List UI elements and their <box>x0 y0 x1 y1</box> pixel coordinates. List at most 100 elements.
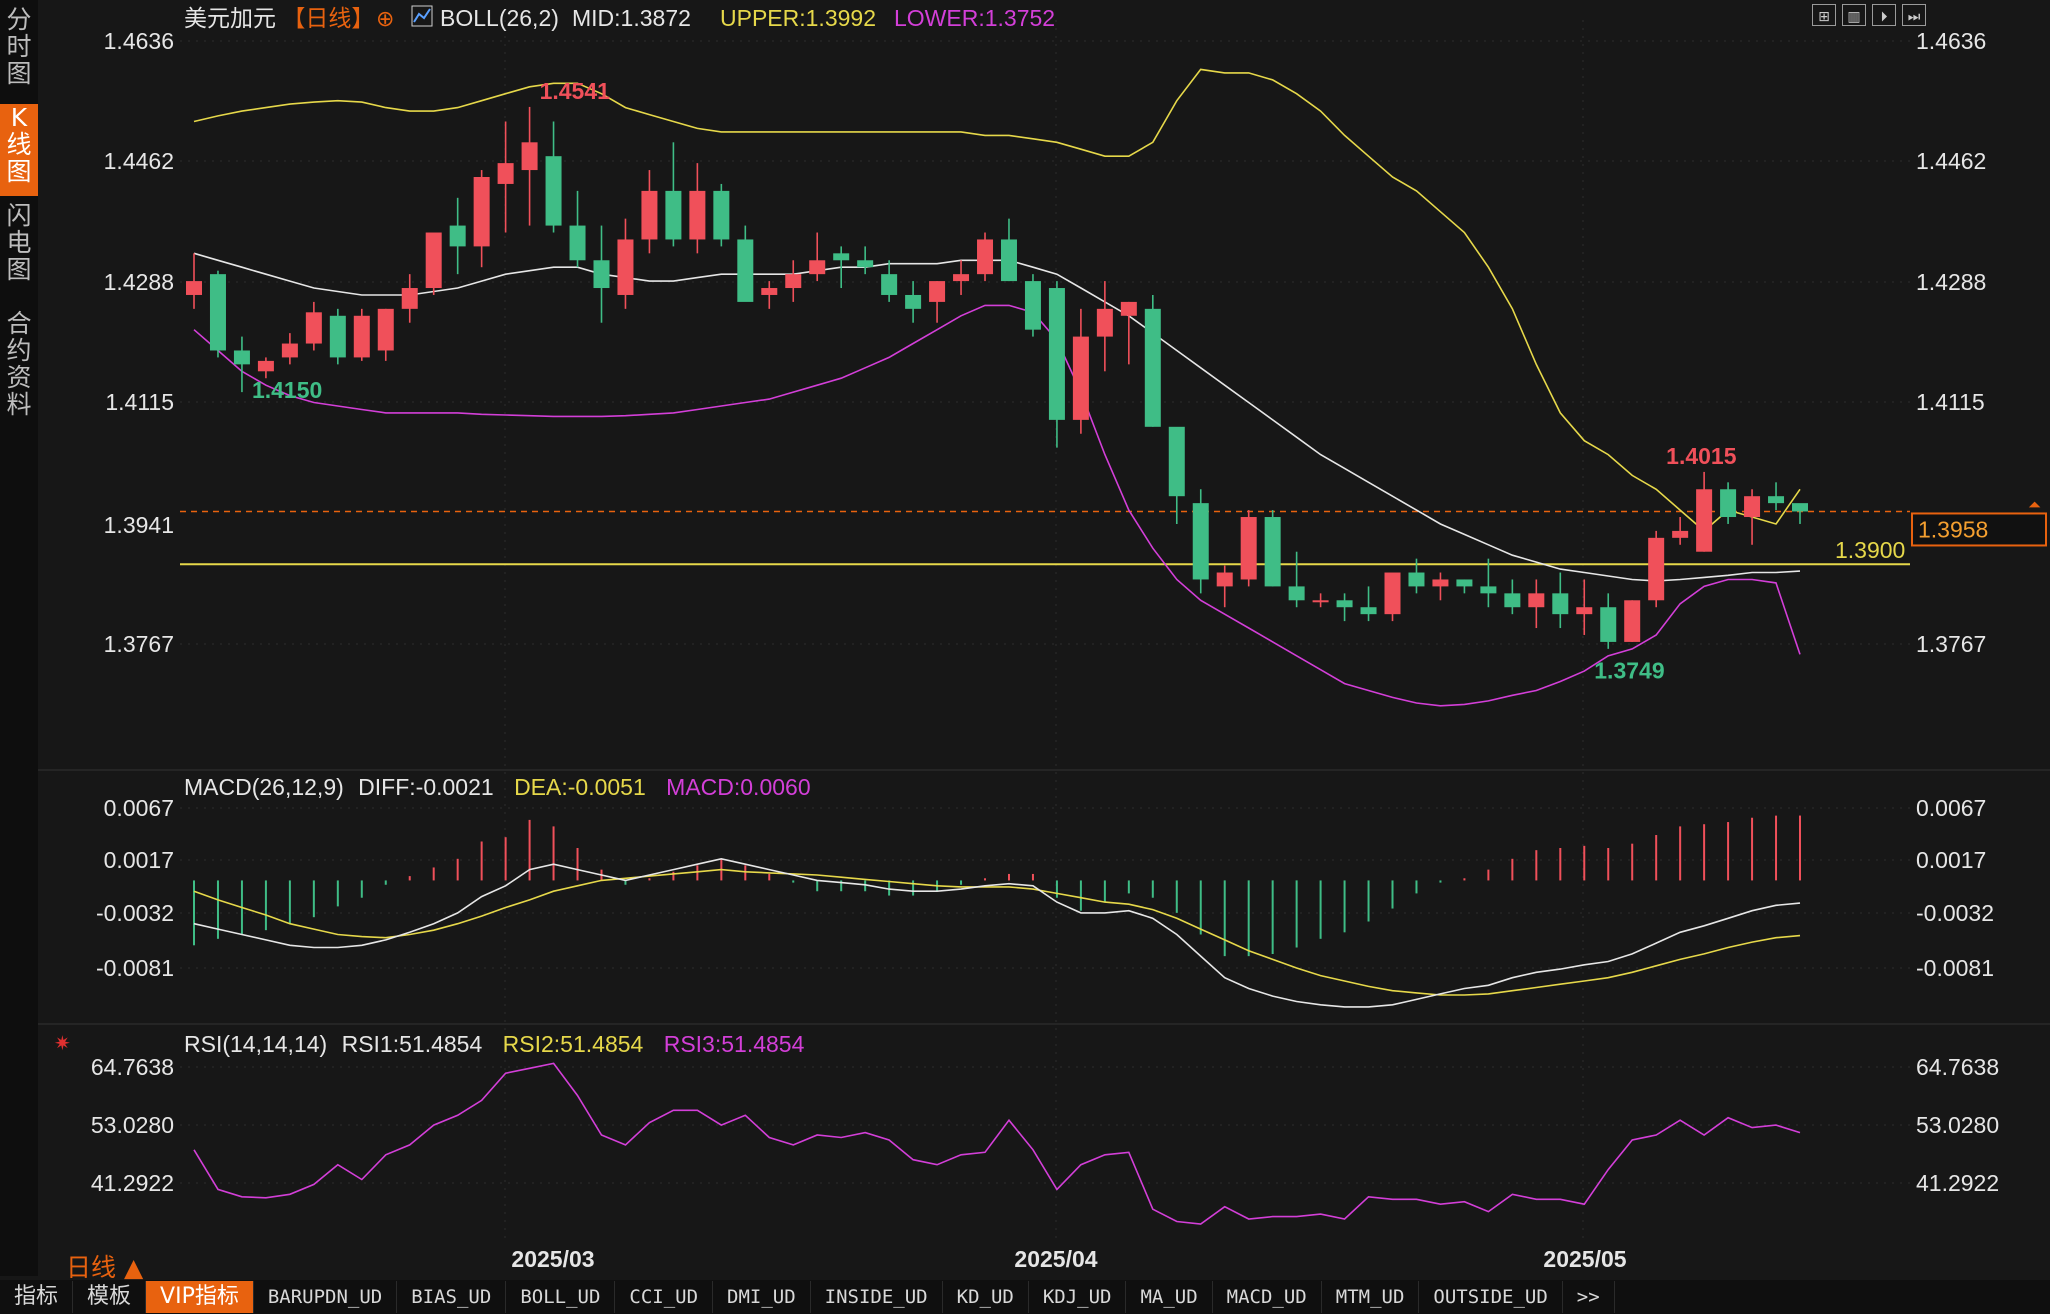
tab-ma[interactable]: MA_UD <box>1126 1281 1213 1313</box>
candle-body <box>929 281 946 302</box>
tab-outside[interactable]: OUTSIDE_UD <box>1419 1281 1563 1313</box>
candle-body <box>665 190 682 240</box>
rsi-y-tick-right: 53.0280 <box>1916 1112 1999 1138</box>
candle-body <box>377 308 394 351</box>
tab-more[interactable]: >> <box>1563 1281 1615 1313</box>
level-label: 1.3900 <box>1835 537 1905 563</box>
tab-cci[interactable]: CCI_UD <box>615 1281 714 1313</box>
candle-body <box>569 225 586 261</box>
candle-body <box>1312 600 1329 603</box>
rsi-y-tick-right: 41.2922 <box>1916 1170 1999 1196</box>
candle-body <box>186 281 202 295</box>
candle-body <box>449 225 466 247</box>
candle-body <box>713 190 730 240</box>
tab-barupdn[interactable]: BARUPDN_UD <box>254 1281 398 1313</box>
candle-body <box>233 350 250 365</box>
target-icon[interactable]: ⊕ <box>376 6 394 31</box>
tab-kd[interactable]: KD_UD <box>943 1281 1029 1313</box>
candle-body <box>1096 308 1113 337</box>
tab-dmi[interactable]: DMI_UD <box>713 1281 811 1313</box>
boll-mid-line <box>193 252 1801 582</box>
candle-body <box>401 288 418 309</box>
macd-diff: DIFF:-0.0021 <box>358 774 494 800</box>
candle-body <box>1624 600 1641 642</box>
candle-body <box>329 315 346 358</box>
tab-template[interactable]: 模板 <box>73 1281 147 1313</box>
candle-body <box>1528 593 1545 608</box>
macd-value: MACD:0.0060 <box>666 774 810 800</box>
tab-vip-indicator[interactable]: VIP指标 <box>146 1281 254 1313</box>
tab-bias[interactable]: BIAS_UD <box>397 1281 507 1313</box>
candle-body <box>257 360 274 372</box>
y-tick-right: 1.4636 <box>1916 28 1986 54</box>
candle-body <box>1792 503 1808 512</box>
macd-dea: DEA:-0.0051 <box>514 774 646 800</box>
candle-body <box>1192 503 1209 580</box>
y-tick-right: 1.3767 <box>1916 631 1986 657</box>
x-tick-date: 2025/05 <box>1543 1246 1626 1272</box>
rsi-label: RSI(14,14,14) <box>184 1031 327 1057</box>
symbol-name: 美元加元 <box>184 5 276 31</box>
candle-body <box>1672 530 1689 538</box>
tab-kdj[interactable]: KDJ_UD <box>1029 1281 1127 1313</box>
macd-y-tick-left: -0.0081 <box>96 955 174 981</box>
chart-window: 分时图 K线图 闪电图 合约资料 ⊞ ▥ ⏵ ⏭ 美元加元 【日线】 ⊕ BOL… <box>0 0 2050 1314</box>
candle-body <box>593 260 610 289</box>
rsi-line <box>193 1062 1801 1225</box>
rsi-y-tick-left: 41.2922 <box>91 1170 174 1196</box>
candle-body <box>281 343 298 358</box>
candle-body <box>1264 517 1281 587</box>
macd-y-tick-left: 0.0067 <box>104 795 174 821</box>
macd-panel <box>193 815 1801 1008</box>
candle-body <box>1048 288 1065 420</box>
tab-indicator[interactable]: 指标 <box>0 1281 74 1313</box>
x-tick-date: 2025/03 <box>511 1246 594 1272</box>
candle-body <box>617 239 634 295</box>
recent-low-mark-label: 1.3749 <box>1594 657 1664 683</box>
rsi-y-tick-right: 64.7638 <box>1916 1054 1999 1080</box>
y-tick-left: 1.4288 <box>104 269 174 295</box>
candle-body <box>473 177 490 247</box>
candle-body <box>809 260 826 275</box>
period-tag: 【日线】 <box>282 5 374 31</box>
expand-up-icon[interactable]: ⏶ <box>2028 497 2041 514</box>
y-tick-left: 1.3767 <box>104 631 174 657</box>
candle-body <box>905 294 922 309</box>
period-selector[interactable]: 日线 ▲ <box>66 1248 143 1284</box>
rsi-y-tick-left: 64.7638 <box>91 1054 174 1080</box>
tab-inside[interactable]: INSIDE_UD <box>811 1281 943 1313</box>
candle-body <box>1504 593 1521 608</box>
candle-body <box>761 288 778 295</box>
tab-mtm[interactable]: MTM_UD <box>1322 1281 1420 1313</box>
candle-body <box>785 274 802 289</box>
chart-area[interactable]: 美元加元 【日线】 ⊕ BOLL(26,2) MID:1.3872 UPPER:… <box>0 0 2050 1276</box>
macd-y-tick-right: 0.0067 <box>1916 795 1986 821</box>
candle-body <box>881 274 898 295</box>
svg-text:RSI(14,14,14) RSI1:51.48: RSI(14,14,14) RSI1:51.4854 RSI2:51.4854 … <box>184 1031 805 1057</box>
candle-body <box>1648 537 1665 601</box>
recent-high-mark-label: 1.4015 <box>1666 443 1737 469</box>
candle-body <box>545 156 562 226</box>
candle-body <box>1696 489 1713 552</box>
period-label: 日线 <box>66 1253 117 1282</box>
candle-body <box>689 190 706 240</box>
tab-boll[interactable]: BOLL_UD <box>506 1281 616 1313</box>
y-tick-right: 1.4115 <box>1916 389 1985 415</box>
candle-body <box>1000 239 1017 282</box>
candle-body <box>1072 336 1089 420</box>
candle-body <box>641 190 658 240</box>
boll-upper: UPPER:1.3992 <box>720 5 876 31</box>
high-mark-label: 1.4541 <box>540 78 611 104</box>
y-tick-left: 1.3941 <box>104 512 174 538</box>
candle-body <box>1120 301 1137 316</box>
candle-body <box>1744 496 1761 518</box>
candle-body <box>521 142 538 171</box>
candle-body <box>1720 489 1737 518</box>
tab-macd[interactable]: MACD_UD <box>1213 1281 1322 1313</box>
candle-body <box>1576 607 1593 615</box>
candle-body <box>1432 579 1449 587</box>
rsi-settings-icon[interactable]: ✷ <box>54 1033 71 1055</box>
candle-body <box>1216 572 1233 587</box>
boll-lower-line <box>193 304 1801 707</box>
boll-lower: LOWER:1.3752 <box>894 5 1055 31</box>
